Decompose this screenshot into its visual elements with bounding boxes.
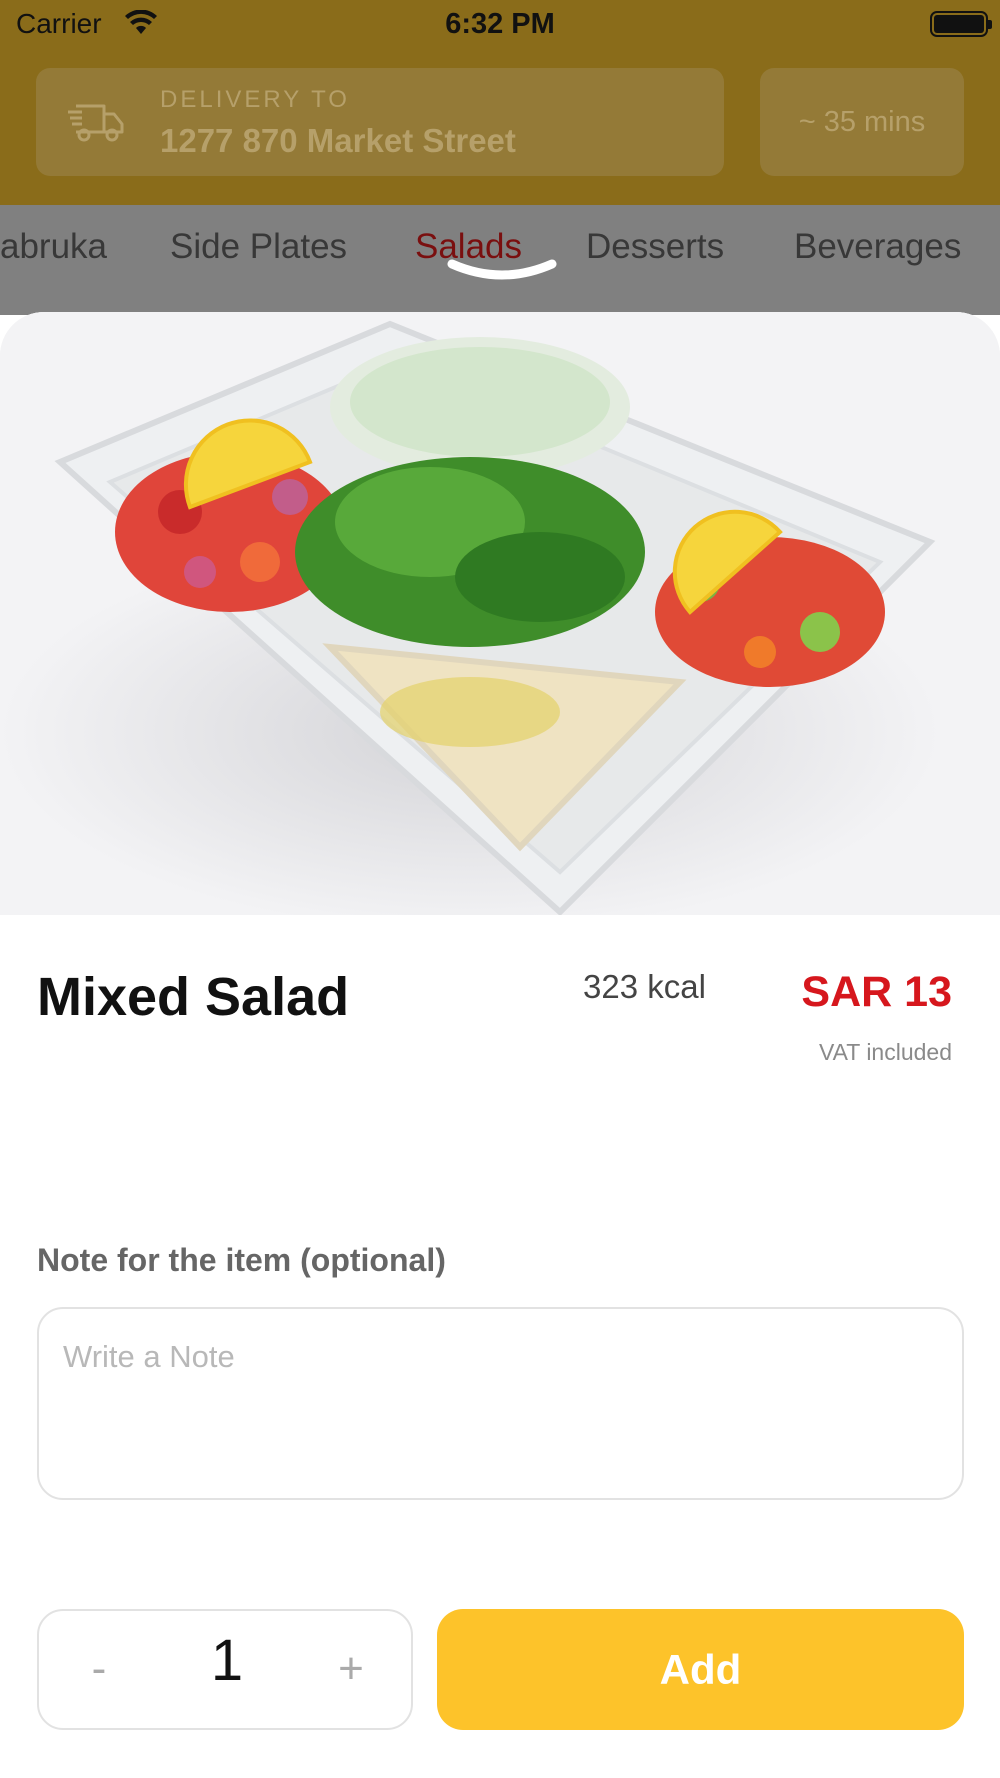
- status-bar: Carrier 6:32 PM: [0, 0, 1000, 50]
- tab-desserts[interactable]: Desserts: [586, 227, 724, 267]
- quantity-value: 1: [210, 1628, 244, 1693]
- item-detail-sheet: Mixed Salad 323 kcal SAR 13 VAT included…: [0, 312, 1000, 1778]
- tab-beverages[interactable]: Beverages: [794, 227, 961, 267]
- note-input[interactable]: [39, 1309, 962, 1498]
- add-to-cart-button[interactable]: Add: [437, 1609, 964, 1730]
- sheet-grab-handle[interactable]: [446, 256, 558, 286]
- delivery-address: 1277 870 Market Street: [160, 122, 516, 159]
- note-label: Note for the item (optional): [37, 1242, 446, 1278]
- increase-quantity-button[interactable]: +: [311, 1629, 391, 1709]
- delivery-label: DELIVERY TO: [160, 86, 350, 113]
- delivery-address-selector[interactable]: DELIVERY TO 1277 870 Market Street: [36, 68, 724, 176]
- item-photo: [0, 312, 1000, 915]
- tab-abruka[interactable]: abruka: [0, 227, 107, 267]
- vat-note: VAT included: [819, 1039, 952, 1065]
- clock: 6:32 PM: [445, 8, 555, 40]
- battery-icon: [930, 11, 992, 37]
- item-name: Mixed Salad: [37, 967, 350, 1027]
- tab-side-plates[interactable]: Side Plates: [170, 227, 347, 267]
- item-price: SAR 13: [801, 968, 952, 1016]
- eta-badge[interactable]: ~ 35 mins: [760, 68, 964, 176]
- quantity-stepper: - 1 +: [37, 1609, 413, 1730]
- item-calories: 323 kcal: [583, 968, 706, 1005]
- note-field-container: [37, 1307, 964, 1500]
- delivery-truck-icon: [68, 104, 124, 142]
- decrease-quantity-button[interactable]: -: [59, 1629, 139, 1709]
